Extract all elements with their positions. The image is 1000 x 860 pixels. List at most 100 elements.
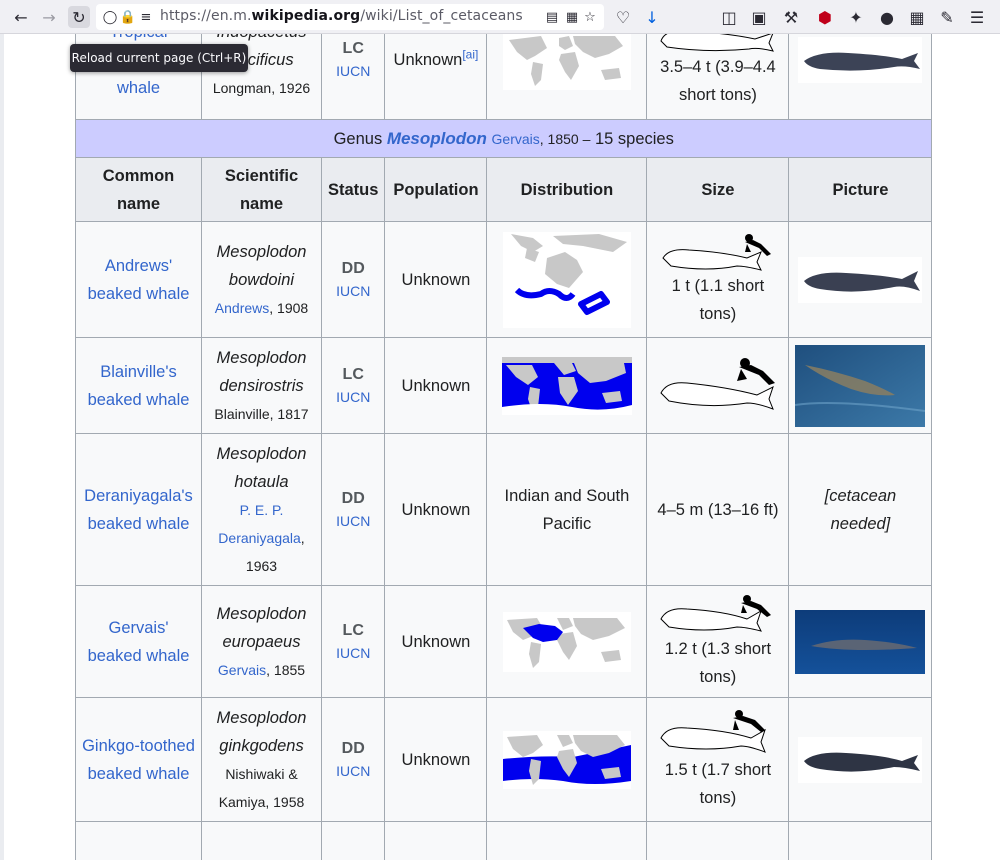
status-code: DD	[341, 489, 365, 507]
common-name-cell: Andrews' beaked whale	[75, 221, 202, 338]
bookmark-star-icon[interactable]: ☆	[582, 9, 598, 25]
scientific-name-cell: Mesoplodon europaeus Gervais, 1855	[201, 585, 322, 698]
whale-picture[interactable]	[798, 36, 923, 83]
common-name-link[interactable]: Ginkgo-toothed beaked whale	[82, 737, 195, 783]
distribution-map[interactable]	[501, 356, 632, 415]
table-row: Gervais' beaked whale Mesoplodon europae…	[75, 585, 933, 698]
pocket-icon[interactable]: ♡	[612, 6, 634, 28]
url-text[interactable]: https://en.m.wikipedia.org/wiki/List_of_…	[160, 8, 523, 24]
size-cell: 4–5 m (13–16 ft)	[646, 433, 790, 586]
size-cell: 1.2 t (1.3 short tons)	[646, 585, 790, 698]
status-code: LC	[342, 365, 364, 383]
url-bar[interactable]: ◯ 🔒 ≡ https://en.m.wikipedia.org/wiki/Li…	[96, 4, 604, 30]
size-comparison-figure[interactable]	[657, 232, 779, 272]
status-code: LC	[342, 39, 364, 57]
table-row: Andrews' beaked whale Mesoplodon bowdoin…	[75, 221, 933, 338]
whale-picture[interactable]	[795, 344, 926, 427]
cetacean-table: Tropical bottlenose whale Indopacetus pa…	[74, 34, 933, 860]
permissions-icon[interactable]: ≡	[138, 9, 154, 25]
shield-icon[interactable]: ◯	[102, 9, 118, 25]
population-value: Unknown	[393, 50, 463, 69]
extension-icon-5[interactable]: ▦	[906, 6, 928, 28]
status-code: LC	[342, 621, 364, 639]
iucn-link[interactable]: IUCN	[328, 386, 378, 408]
distribution-map[interactable]	[502, 730, 631, 789]
genus-year: , 1850 –	[539, 130, 591, 147]
col-size: Size	[646, 157, 790, 222]
whale-picture[interactable]	[798, 736, 923, 783]
size-comparison-figure[interactable]	[657, 708, 779, 756]
scientific-name-cell: Mesoplodon densirostris Blainville, 1817	[201, 337, 322, 434]
picture-cell: [cetacean needed]	[788, 433, 933, 586]
size-comparison-figure[interactable]	[657, 357, 779, 415]
common-name-cell: Blainville's beaked whale	[75, 337, 202, 434]
genus-link[interactable]: Mesoplodon	[387, 129, 487, 148]
distribution-map[interactable]	[502, 611, 631, 672]
table-row: Ginkgo-toothed beaked whale Mesoplodon g…	[75, 697, 933, 822]
table-row	[75, 821, 933, 860]
size-comparison-figure[interactable]	[657, 593, 779, 635]
iucn-link[interactable]: IUCN	[328, 510, 378, 532]
scientific-name: Mesoplodon bowdoini	[216, 242, 307, 289]
col-distribution: Distribution	[486, 157, 648, 222]
extension-icon-3[interactable]: ✦	[845, 6, 867, 28]
authority-link[interactable]: P. E. P. Deraniyagala	[218, 502, 301, 546]
iucn-link[interactable]: IUCN	[328, 280, 378, 302]
genus-species-count: 15 species	[594, 129, 674, 148]
extension-icon-4[interactable]: ●	[876, 6, 898, 28]
iucn-link[interactable]: IUCN	[328, 60, 378, 82]
distribution-cell	[486, 697, 648, 822]
status-code: DD	[341, 739, 365, 757]
menu-icon[interactable]: ☰	[966, 6, 988, 28]
authority-link[interactable]: Gervais	[218, 662, 266, 678]
common-name-cell: Gervais' beaked whale	[75, 585, 202, 698]
size-value: 1 t (1.1 short tons)	[671, 276, 765, 323]
footnote-link[interactable]: [ai]	[462, 47, 478, 61]
status-cell: DD IUCN	[320, 697, 386, 822]
scientific-name: Mesoplodon hotaula	[216, 444, 307, 491]
page-content: Tropical bottlenose whale Indopacetus pa…	[4, 34, 1000, 860]
distribution-map[interactable]	[502, 34, 631, 90]
genus-header-cell: Genus Mesoplodon Gervais, 1850 – 15 spec…	[74, 119, 933, 158]
back-arrow-icon[interactable]: ←	[10, 6, 32, 28]
genus-author-link[interactable]: Gervais	[492, 131, 540, 147]
forward-arrow-icon[interactable]: →	[38, 6, 60, 28]
col-common-name: Common name	[75, 157, 202, 222]
distribution-cell	[486, 34, 648, 120]
population-cell: Unknown	[384, 585, 488, 698]
common-name-link[interactable]: Gervais' beaked whale	[88, 619, 190, 665]
reload-icon[interactable]: ↻	[68, 6, 90, 28]
size-comparison-figure[interactable]	[657, 34, 779, 53]
download-icon[interactable]: ↓	[641, 6, 663, 28]
scientific-name-cell: Mesoplodon hotaula P. E. P. Deraniyagala,…	[201, 433, 322, 586]
extension-icon-1[interactable]: ▣	[748, 6, 770, 28]
status-cell: LC IUCN	[320, 337, 386, 434]
authority-link[interactable]: Andrews	[215, 300, 269, 316]
distribution-cell	[486, 585, 648, 698]
reader-view-icon[interactable]: ▤	[544, 9, 560, 25]
col-scientific-name: Scientific name	[201, 157, 322, 222]
status-cell: LC IUCN	[320, 34, 386, 120]
qr-code-icon[interactable]: ▦	[564, 9, 580, 25]
size-cell: 1.5 t (1.7 short tons)	[646, 697, 790, 822]
extension-icon-2[interactable]: ⚒	[780, 6, 802, 28]
picture-cell	[788, 697, 933, 822]
population-cell: Unknown	[384, 433, 488, 586]
common-name-link[interactable]: Andrews' beaked whale	[88, 257, 190, 303]
whale-picture[interactable]	[798, 256, 923, 303]
distribution-map[interactable]	[502, 231, 631, 328]
iucn-link[interactable]: IUCN	[328, 642, 378, 664]
extensions-puzzle-icon[interactable]: ✎	[936, 6, 958, 28]
common-name-link[interactable]: Blainville's beaked whale	[88, 363, 190, 409]
authority-year: , 1908	[269, 299, 309, 316]
whale-picture[interactable]	[795, 609, 926, 674]
lock-icon[interactable]: 🔒	[120, 9, 136, 25]
iucn-link[interactable]: IUCN	[328, 760, 378, 782]
status-cell: LC IUCN	[320, 585, 386, 698]
size-cell: 3.5–4 t (3.9–4.4 short tons)	[646, 34, 790, 120]
size-value: 1.5 t (1.7 short tons)	[664, 760, 772, 807]
ublock-icon[interactable]: ⬢	[814, 6, 836, 28]
sidebar-icon[interactable]: ◫	[718, 6, 740, 28]
browser-toolbar: ← → ↻ ◯ 🔒 ≡ https://en.m.wikipedia.org/w…	[0, 0, 1000, 34]
common-name-link[interactable]: Deraniyagala's beaked whale	[84, 487, 193, 533]
